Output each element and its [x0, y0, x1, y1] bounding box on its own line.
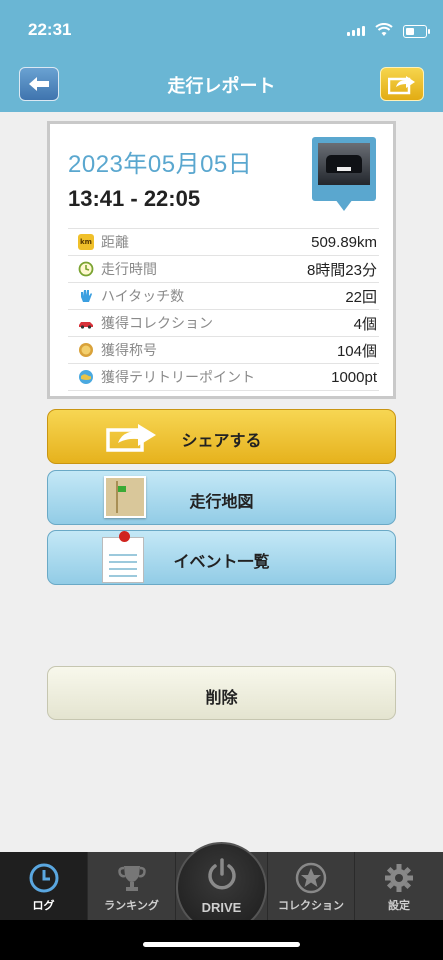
drive-map-button[interactable]: 走行地図 [47, 470, 396, 525]
drive-map-label: 走行地図 [189, 492, 254, 511]
globe-icon [78, 369, 94, 385]
stat-value: 22回 [345, 288, 377, 306]
export-button[interactable] [380, 67, 424, 101]
status-bar: 22:31 [0, 0, 443, 60]
home-area [0, 920, 443, 960]
tab-label: ログ [32, 899, 55, 912]
tab-settings[interactable]: 設定 [355, 852, 443, 920]
stat-label: 走行時間 [101, 262, 157, 278]
drive-label: DRIVE [201, 900, 242, 915]
stat-row-distance: km 距離 509.89km [68, 228, 379, 255]
gear-icon [385, 864, 413, 892]
stat-row-high-touch: ハイタッチ数 22回 [68, 282, 379, 309]
stat-value: 4個 [353, 315, 377, 333]
signal-icon [347, 26, 365, 36]
stat-value: 1000pt [331, 368, 377, 386]
tab-label: コレクション [278, 899, 344, 912]
page-title: 走行レポート [167, 76, 276, 97]
stat-value: 8時間23分 [306, 261, 377, 279]
home-indicator[interactable] [143, 942, 300, 947]
share-button[interactable]: シェアする [47, 409, 396, 464]
event-list-label: イベント一覧 [173, 552, 270, 571]
stat-row-territory: 獲得テリトリーポイント 1000pt [68, 363, 379, 391]
stat-value: 104個 [336, 342, 377, 360]
trophy-icon [117, 866, 146, 891]
stat-label: 獲得称号 [101, 343, 157, 359]
hand-icon [78, 288, 94, 304]
star-icon [295, 862, 327, 894]
tab-log[interactable]: ログ [0, 852, 88, 920]
power-icon [208, 858, 236, 890]
km-icon: km [78, 234, 94, 250]
battery-icon [403, 25, 430, 38]
share-label: シェアする [181, 431, 262, 450]
status-time: 22:31 [28, 20, 72, 39]
tab-label: 設定 [388, 899, 410, 912]
nav-bar: 走行レポート [0, 60, 443, 112]
stat-row-titles: 獲得称号 104個 [68, 336, 379, 363]
tab-label: ランキング [104, 899, 159, 912]
medal-icon [78, 342, 94, 358]
stat-label: 距離 [101, 235, 129, 251]
report-date: 2023年05月05日 [68, 151, 253, 178]
clock-icon [78, 261, 94, 277]
clock-icon [29, 863, 58, 893]
tab-collection[interactable]: コレクション [267, 852, 355, 920]
stat-label: 獲得コレクション [101, 316, 213, 332]
car-icon [78, 315, 94, 331]
tab-ranking[interactable]: ランキング [88, 852, 176, 920]
stat-label: 獲得テリトリーポイント [101, 370, 255, 386]
delete-button[interactable]: 削除 [47, 666, 396, 720]
stat-label: ハイタッチ数 [101, 289, 185, 305]
car-photo [318, 143, 370, 185]
report-card: 2023年05月05日 13:41 - 22:05 km 距離 509.89km… [47, 121, 396, 399]
car-photo-pin[interactable] [312, 137, 376, 211]
stat-value: 509.89km [311, 233, 377, 251]
stat-row-collection: 獲得コレクション 4個 [68, 309, 379, 336]
stats-list: km 距離 509.89km 走行時間 8時間23分 ハイタッチ数 22回 獲得… [68, 228, 379, 391]
wifi-icon [375, 22, 393, 41]
stat-row-drive-time: 走行時間 8時間23分 [68, 255, 379, 282]
event-list-button[interactable]: イベント一覧 [47, 530, 396, 585]
delete-label: 削除 [205, 688, 238, 707]
share-icon [388, 76, 415, 95]
report-time-range: 13:41 - 22:05 [68, 186, 201, 211]
